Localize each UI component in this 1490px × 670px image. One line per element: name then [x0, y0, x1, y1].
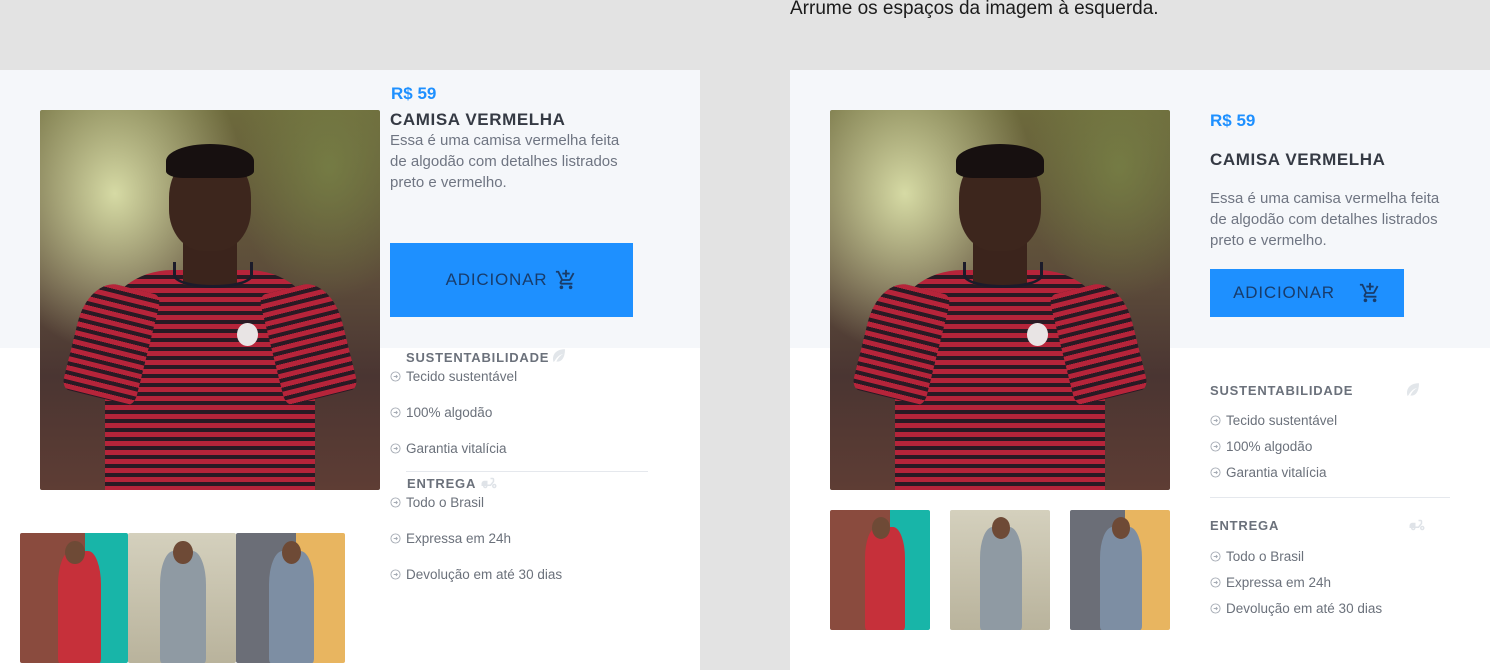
add-button-label: ADICIONAR [1233, 283, 1335, 302]
arrow-circle-icon [1210, 415, 1221, 426]
sustainability-title: SUSTENTABILIDADE [1210, 383, 1354, 398]
arrow-circle-icon [1210, 603, 1221, 614]
add-to-cart-button[interactable]: ADICIONAR [1210, 269, 1404, 317]
product-description: Essa é uma camisa vermelha feita de algo… [1210, 190, 1440, 249]
feature-item: 100% algodão [390, 405, 492, 420]
arrow-circle-icon [390, 497, 401, 508]
thumbnail-1[interactable] [20, 533, 128, 663]
feature-label: Garantia vitalícia [406, 441, 507, 456]
feature-item: Expressa em 24h [390, 531, 511, 546]
feature-label: Tecido sustentável [406, 369, 518, 384]
thumbnail-1[interactable] [830, 510, 930, 630]
sustainability-title: SUSTENTABILIDADE [406, 350, 550, 365]
feature-item: Garantia vitalícia [1210, 465, 1327, 480]
arrow-circle-icon [1210, 467, 1221, 478]
product-name: CAMISA VERMELHA [1210, 150, 1386, 169]
feature-item: Todo o Brasil [1210, 549, 1304, 564]
feature-label: Devolução em até 30 dias [406, 567, 563, 582]
product-name: CAMISA VERMELHA [390, 110, 566, 129]
feature-label: Tecido sustentável [1226, 413, 1338, 428]
arrow-circle-icon [390, 569, 401, 580]
feature-item: Todo o Brasil [390, 495, 484, 510]
section-divider [1210, 497, 1450, 498]
thumbnail-3[interactable] [1070, 510, 1170, 630]
delivery-title: ENTREGA [1210, 518, 1280, 533]
product-description: Essa é uma camisa vermelha feita de algo… [390, 132, 620, 191]
add-to-cart-icon [556, 269, 575, 290]
scooter-icon [1409, 519, 1425, 531]
product-main-image[interactable] [40, 110, 380, 490]
feature-label: 100% algodão [406, 405, 493, 420]
feature-item: Garantia vitalícia [390, 441, 507, 456]
feature-label: Todo o Brasil [406, 495, 485, 510]
feature-label: Expressa em 24h [406, 531, 512, 546]
thumbnail-2[interactable] [950, 510, 1050, 630]
product-price: R$ 59 [391, 84, 437, 103]
feature-item: Devolução em até 30 dias [390, 567, 562, 582]
scooter-icon [481, 477, 497, 489]
feature-label: Devolução em até 30 dias [1226, 601, 1383, 616]
feature-item: Devolução em até 30 dias [1210, 601, 1382, 616]
feature-item: Tecido sustentável [390, 369, 517, 384]
arrow-circle-icon [390, 533, 401, 544]
feature-item: 100% algodão [1210, 439, 1312, 454]
product-price: R$ 59 [1210, 111, 1256, 130]
feature-label: Expressa em 24h [1226, 575, 1332, 590]
instruction-text: Arrume os espaços da imagem à esquerda. [790, 0, 1159, 19]
add-to-cart-icon [1359, 282, 1379, 303]
arrow-circle-icon [390, 407, 401, 418]
feature-label: Todo o Brasil [1226, 549, 1305, 564]
feature-label: 100% algodão [1226, 439, 1313, 454]
thumbnail-2[interactable] [128, 533, 236, 663]
thumbnail-3[interactable] [236, 533, 345, 663]
leaf-icon [1407, 383, 1419, 396]
section-divider [406, 471, 648, 472]
product-card-left: R$ 59 CAMISA VERMELHA Essa é uma camisa … [0, 70, 700, 670]
feature-item: Tecido sustentável [1210, 413, 1337, 428]
feature-item: Expressa em 24h [1210, 575, 1331, 590]
product-card-right: R$ 59 CAMISA VERMELHA Essa é uma camisa … [790, 70, 1490, 670]
arrow-circle-icon [1210, 551, 1221, 562]
arrow-circle-icon [390, 443, 401, 454]
leaf-icon [553, 349, 565, 362]
product-main-image[interactable] [830, 110, 1170, 490]
arrow-circle-icon [390, 371, 401, 382]
arrow-circle-icon [1210, 577, 1221, 588]
add-button-label: ADICIONAR [445, 270, 548, 289]
arrow-circle-icon [1210, 441, 1221, 452]
feature-label: Garantia vitalícia [1226, 465, 1327, 480]
add-to-cart-button[interactable]: ADICIONAR [390, 243, 633, 317]
delivery-title: ENTREGA [407, 476, 477, 491]
